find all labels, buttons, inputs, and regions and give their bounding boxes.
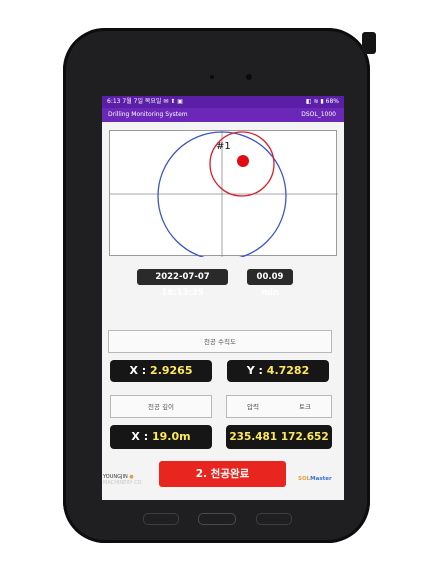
app-bar: Drilling Monitoring System DSOL_1000: [102, 108, 344, 122]
position-plot-svg: #1: [110, 131, 338, 257]
status-bar: 6:13 7월 7일 목요일 ✉ ⬆ ▣ ◧ ≋ ▮ 68%: [102, 96, 344, 108]
front-camera: [246, 74, 252, 80]
depth-label: 천공 깊이: [110, 395, 212, 418]
youngjin-subtitle: MACHINERY CO.: [103, 480, 143, 486]
verticality-y-display: Y : 4.7282: [227, 360, 329, 382]
torque-value: 172.652: [280, 431, 329, 443]
youngjin-logo: YOUNGJIN ● MACHINERY CO.: [103, 474, 143, 486]
pressure-value: 235.481: [229, 431, 278, 443]
pressure-torque-display: 235.481 172.652: [226, 425, 332, 449]
verticality-x-value: 2.9265: [150, 364, 193, 377]
depth-display: X : 19.0m: [110, 425, 212, 449]
verticality-x-display: X : 2.9265: [110, 360, 212, 382]
verticality-y-value: 4.7282: [266, 364, 310, 377]
torque-label: 토크: [299, 403, 311, 411]
status-time: 6:13 7월 7일 목요일: [107, 98, 162, 105]
marker-label: #1: [216, 141, 231, 152]
notification-icons: ✉ ⬆ ▣: [163, 98, 183, 105]
device-screen: 6:13 7월 7일 목요일 ✉ ⬆ ▣ ◧ ≋ ▮ 68% Drilling …: [102, 96, 344, 500]
battery-level: 68%: [325, 98, 339, 105]
x-prefix: X :: [129, 364, 147, 377]
position-plot: #1: [109, 130, 338, 257]
device-clip: [362, 32, 376, 54]
elapsed-time-display: 00.09 min: [247, 269, 293, 298]
drill-position-dot: [237, 155, 249, 167]
signal-icons: ◧ ≋ ▮: [305, 98, 324, 105]
sensor: [210, 75, 214, 79]
tablet-body: 6:13 7월 7일 목요일 ✉ ⬆ ▣ ◧ ≋ ▮ 68% Drilling …: [63, 28, 376, 543]
recent-apps-key[interactable]: [143, 513, 179, 525]
solmaster-logo: SOLMaster: [298, 476, 332, 482]
depth-prefix: X :: [131, 430, 149, 443]
master-brand: Master: [310, 476, 332, 482]
device-code: DSOL_1000: [301, 111, 336, 118]
sol-brand: SOL: [298, 476, 311, 482]
drilling-complete-button[interactable]: 2. 천공완료: [159, 461, 286, 487]
verticality-label: 천공 수직도: [108, 330, 332, 353]
depth-value: 19.0m: [151, 430, 191, 443]
pressure-label: 압력: [247, 403, 259, 411]
pressure-torque-label: 압력 토크: [226, 395, 332, 418]
home-key[interactable]: [198, 513, 236, 525]
app-title: Drilling Monitoring System: [108, 111, 188, 118]
back-key[interactable]: [256, 513, 292, 525]
timestamp-display: 2022-07-07 18:13:35: [137, 269, 228, 298]
y-prefix: Y :: [246, 364, 263, 377]
